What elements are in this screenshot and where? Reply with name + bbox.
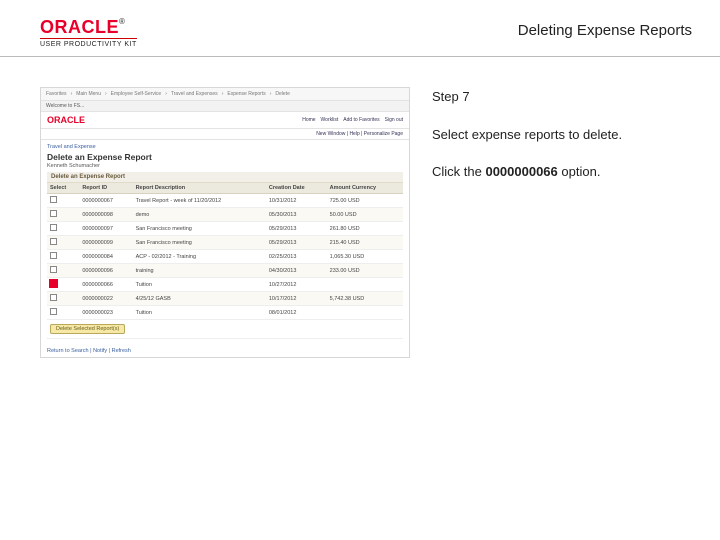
browser-tab-row: Welcome to FS... [41,101,409,112]
cell-amt: 50.00 USD [327,208,403,222]
cell-date: 04/30/2013 [266,264,327,278]
table-row: 0000000096training04/30/2013233.00 USD [47,264,403,278]
cell-desc: demo [133,208,266,222]
cell-date: 05/29/2013 [266,222,327,236]
nav-link[interactable]: Sign out [385,117,403,123]
instruction-line-1: Select expense reports to delete. [432,125,692,145]
select-checkbox[interactable] [50,252,57,259]
col-report-id: Report ID [79,183,132,194]
nav-link[interactable]: Home [302,117,315,123]
select-checkbox[interactable] [50,210,57,217]
bc-item: Main Menu [76,91,101,97]
cell-date: 08/01/2012 [266,306,327,320]
upk-subbrand: USER PRODUCTIVITY KIT [40,38,137,48]
cell-amt: 261.80 USD [327,222,403,236]
cell-report-id: 0000000097 [79,222,132,236]
cell-amt: 1,065.30 USD [327,250,403,264]
col-amt: Amount Currency [327,183,403,194]
select-checkbox[interactable] [50,280,57,287]
cell-report-id: 0000000099 [79,236,132,250]
page-crumb[interactable]: Travel and Expense [47,144,403,150]
col-select: Select [47,183,79,194]
cell-report-id: 0000000023 [79,306,132,320]
bc-item: Favorites [46,91,67,97]
browser-tab: Welcome to FS... [46,103,84,109]
cell-desc: Tuition [133,278,266,292]
step-label: Step 7 [432,87,692,107]
cell-amt: 725.00 USD [327,194,403,208]
cell-date: 05/29/2013 [266,236,327,250]
table-row: 0000000084ACP - 02/2012 - Training02/25/… [47,250,403,264]
col-desc: Report Description [133,183,266,194]
cell-amt: 5,742.38 USD [327,292,403,306]
table-row: 0000000067Travel Report - week of 11/20/… [47,194,403,208]
nav-link[interactable]: Worklist [321,117,339,123]
bc-item: Travel and Expenses [171,91,218,97]
table-row: 00000000224/25/12 GASB10/17/20125,742.38… [47,292,403,306]
cell-amt: 233.00 USD [327,264,403,278]
target-option: 0000000066 [485,164,557,179]
cell-date: 05/30/2013 [266,208,327,222]
page-footer-links[interactable]: Return to Search | Notify | Refresh [41,345,409,357]
app-screenshot: Favorites› Main Menu› Employee Self-Serv… [40,87,410,358]
delete-selected-button[interactable]: Delete Selected Report(s) [50,324,125,334]
cell-date: 10/27/2012 [266,278,327,292]
select-checkbox[interactable] [50,266,57,273]
breadcrumb-bar: Favorites› Main Menu› Employee Self-Serv… [41,88,409,101]
page-title: Delete an Expense Report [47,152,403,162]
select-checkbox[interactable] [50,294,57,301]
cell-desc: San Francisco meeting [133,236,266,250]
brand-tm: ® [119,17,125,26]
cell-report-id: 0000000084 [79,250,132,264]
select-checkbox[interactable] [50,308,57,315]
instruction-line-2: Click the 0000000066 option. [432,162,692,182]
expense-table: Select Report ID Report Description Crea… [47,183,403,339]
cell-date: 02/25/2013 [266,250,327,264]
bc-item: Delete [275,91,289,97]
bc-item: Expense Reports [227,91,265,97]
window-actions: New Window | Help | Personalize Page [41,129,409,140]
cell-report-id: 0000000066 [79,278,132,292]
cell-desc: training [133,264,266,278]
select-checkbox[interactable] [50,238,57,245]
table-row: 0000000098demo05/30/201350.00 USD [47,208,403,222]
page-subtitle: Kenneth Schumacher [47,163,403,169]
app-logo: ORACLE [47,115,85,125]
cell-desc: San Francisco meeting [133,222,266,236]
cell-report-id: 0000000096 [79,264,132,278]
select-checkbox[interactable] [50,224,57,231]
cell-desc: ACP - 02/2012 - Training [133,250,266,264]
nav-link[interactable]: Add to Favorites [343,117,379,123]
cell-desc: Tuition [133,306,266,320]
cell-desc: 4/25/12 GASB [133,292,266,306]
table-row: 0000000099San Francisco meeting05/29/201… [47,236,403,250]
grid-section-header: Delete an Expense Report [47,172,403,183]
cell-date: 10/17/2012 [266,292,327,306]
oracle-logo: ORACLE® USER PRODUCTIVITY KIT [40,18,137,48]
table-row: 0000000097San Francisco meeting05/29/201… [47,222,403,236]
table-row: 0000000023Tuition08/01/2012 [47,306,403,320]
table-row: 0000000066Tuition10/27/2012 [47,278,403,292]
instruction-panel: Step 7 Select expense reports to delete.… [432,87,692,358]
cell-date: 10/31/2012 [266,194,327,208]
brand-text: ORACLE [40,17,119,37]
col-date: Creation Date [266,183,327,194]
cell-report-id: 0000000098 [79,208,132,222]
cell-report-id: 0000000022 [79,292,132,306]
select-checkbox[interactable] [50,196,57,203]
cell-report-id: 0000000067 [79,194,132,208]
cell-amt [327,306,403,320]
cell-amt [327,278,403,292]
cell-desc: Travel Report - week of 11/20/2012 [133,194,266,208]
cell-amt: 215.40 USD [327,236,403,250]
document-title: Deleting Expense Reports [518,18,692,39]
bc-item: Employee Self-Service [111,91,162,97]
